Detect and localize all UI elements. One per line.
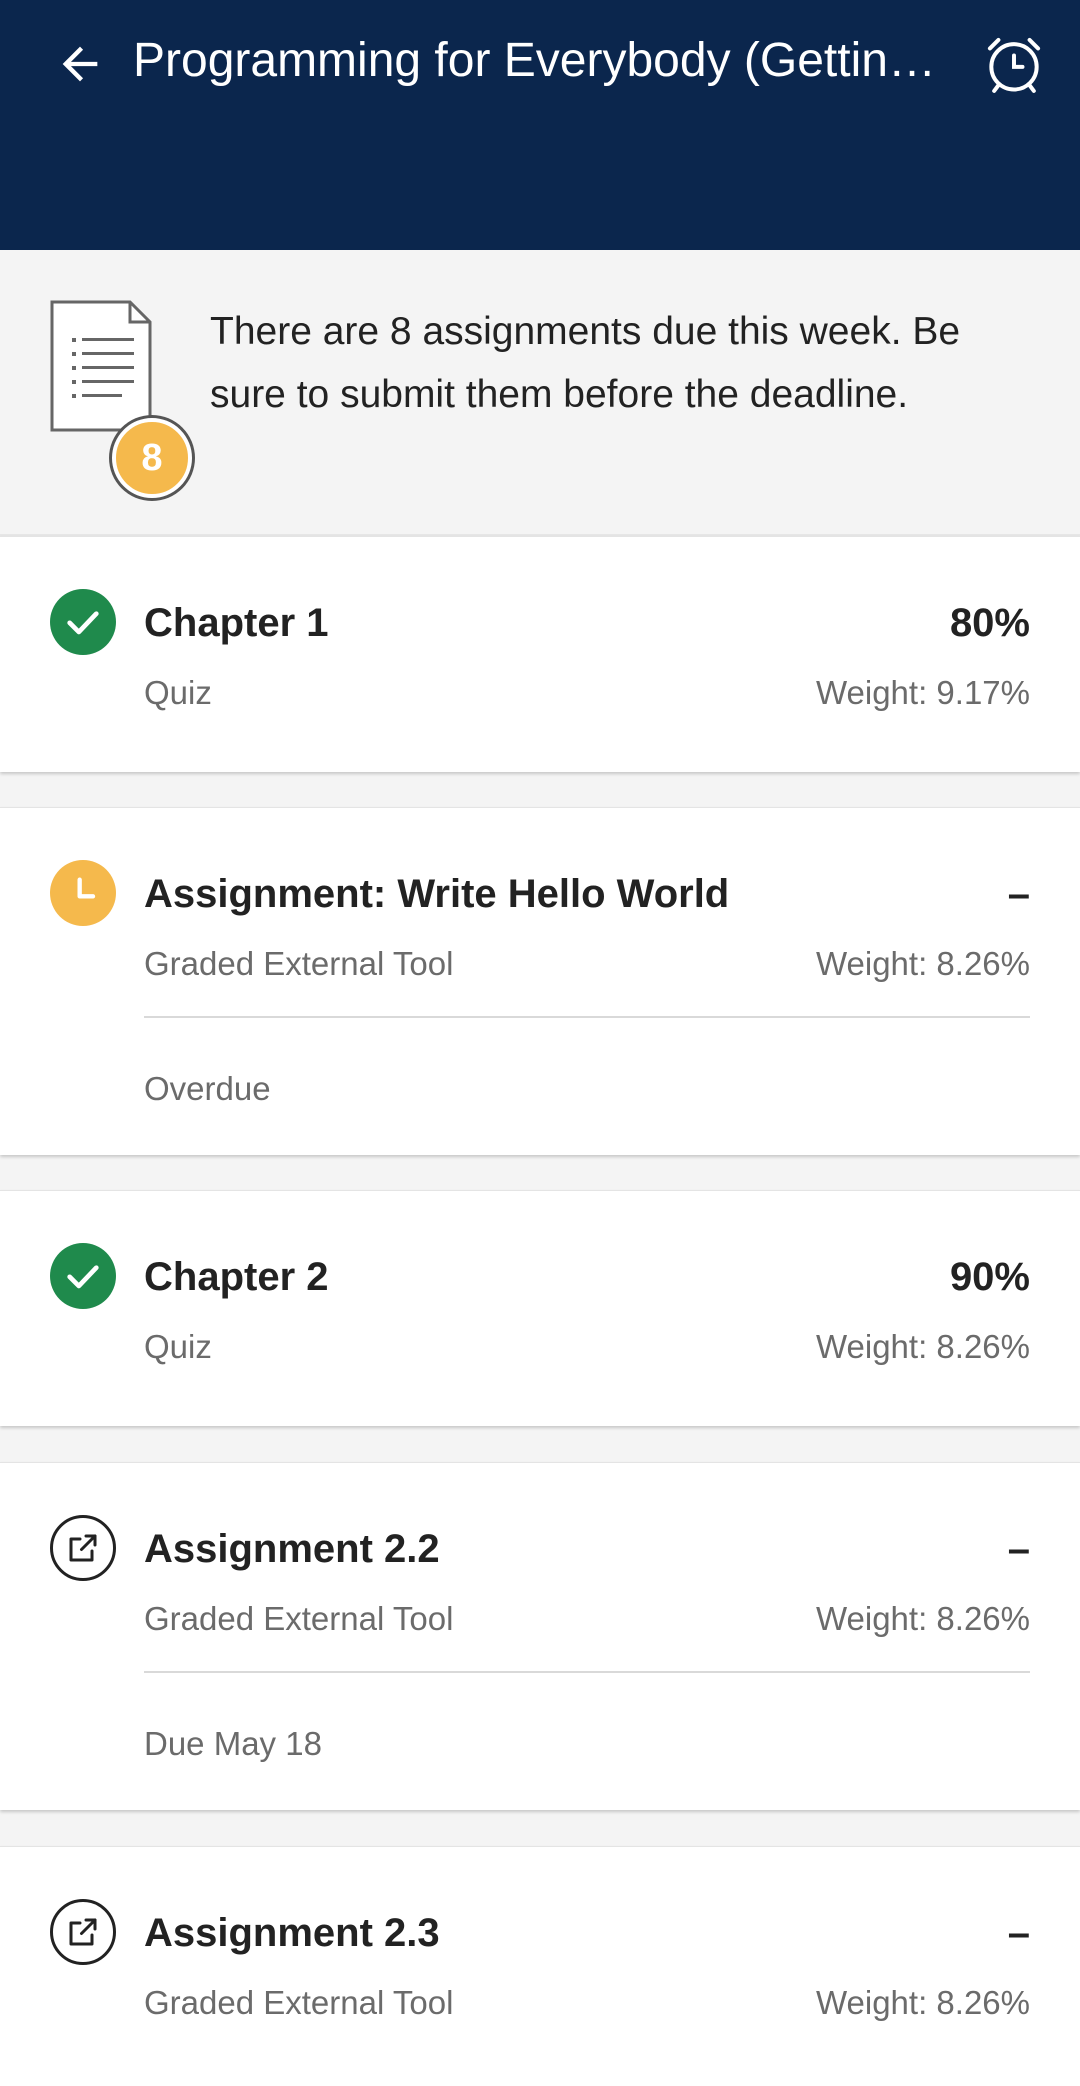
- item-type: Quiz: [144, 674, 212, 711]
- item-title: Assignment 2.3: [144, 1911, 440, 1955]
- weight-value: 8.26%: [936, 1984, 1030, 2021]
- weight-value: 8.26%: [936, 945, 1030, 982]
- grade-item-assignment-2-2[interactable]: Assignment 2.2 Graded External Tool – We…: [0, 1462, 1080, 1810]
- item-title: Assignment: Write Hello World: [144, 872, 730, 916]
- assignments-due-banner: 8 There are 8 assignments due this week.…: [0, 250, 1080, 536]
- page-title: Programming for Everybody (Gettin…: [133, 34, 936, 87]
- banner-message: There are 8 assignments due this week. B…: [210, 310, 961, 416]
- external-link-icon: [50, 1899, 116, 1965]
- clock-icon: [50, 860, 116, 926]
- item-type: Quiz: [144, 1328, 212, 1365]
- alarm-clock-icon: [987, 37, 1041, 93]
- back-button[interactable]: [44, 28, 116, 100]
- item-score: 80%: [949, 601, 1030, 645]
- grade-item-chapter-2[interactable]: Chapter 2 Quiz 90% Weight: 8.26%: [0, 1190, 1080, 1426]
- document-list-icon: 8: [50, 300, 200, 498]
- due-status: Overdue: [144, 1070, 271, 1107]
- weight-label: Weight:: [815, 1984, 928, 2021]
- grade-item-chapter-1[interactable]: Chapter 1 Quiz 80% Weight: 9.17%: [0, 536, 1080, 772]
- item-type: Graded External Tool: [144, 945, 454, 982]
- item-weight: Weight: 8.26%: [816, 1597, 1030, 1641]
- check-circle-icon: [50, 589, 116, 655]
- weight-label: Weight:: [815, 1600, 928, 1637]
- weight-value: 9.17%: [936, 674, 1030, 711]
- item-score: –: [1007, 1527, 1030, 1571]
- app-bar: Programming for Everybody (Gettin…: [0, 0, 1080, 250]
- weight-label: Weight:: [815, 674, 928, 711]
- due-count-badge: 8: [112, 418, 192, 498]
- item-weight: Weight: 9.17%: [816, 671, 1030, 715]
- item-score: –: [1007, 872, 1030, 916]
- divider: [144, 1671, 1030, 1673]
- alarm-button[interactable]: [974, 24, 1054, 104]
- item-title: Chapter 1: [144, 601, 329, 645]
- item-score: –: [1007, 1911, 1030, 1955]
- item-weight: Weight: 8.26%: [816, 1981, 1030, 2025]
- weight-label: Weight:: [815, 1328, 928, 1365]
- weight-value: 8.26%: [936, 1328, 1030, 1365]
- arrow-left-icon: [62, 46, 98, 82]
- weight-value: 8.26%: [936, 1600, 1030, 1637]
- item-type: Graded External Tool: [144, 1984, 454, 2021]
- weight-label: Weight:: [815, 945, 928, 982]
- item-type: Graded External Tool: [144, 1600, 454, 1637]
- item-score: 90%: [949, 1255, 1030, 1299]
- grade-item-write-hello-world[interactable]: Assignment: Write Hello World Graded Ext…: [0, 807, 1080, 1155]
- item-weight: Weight: 8.26%: [816, 1325, 1030, 1369]
- item-weight: Weight: 8.26%: [816, 942, 1030, 986]
- due-date: Due May 18: [144, 1725, 322, 1762]
- grade-item-assignment-2-3[interactable]: Assignment 2.3 Graded External Tool – We…: [0, 1846, 1080, 2086]
- item-title: Assignment 2.2: [144, 1527, 440, 1571]
- check-circle-icon: [50, 1243, 116, 1309]
- divider: [144, 1016, 1030, 1018]
- external-link-icon: [50, 1515, 116, 1581]
- item-title: Chapter 2: [144, 1255, 329, 1299]
